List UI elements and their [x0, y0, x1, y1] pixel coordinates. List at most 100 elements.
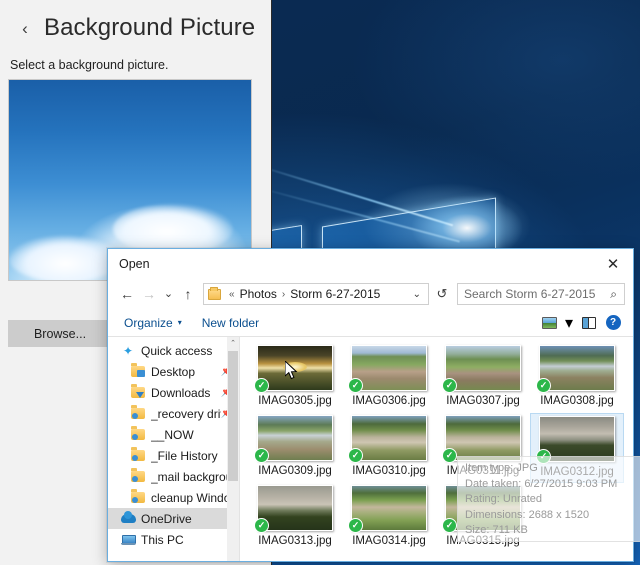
view-options-icon[interactable] — [537, 312, 561, 334]
sidebar-item-cleanup-window[interactable]: cleanup Window — [108, 487, 239, 508]
scrollbar-thumb[interactable] — [228, 351, 238, 481]
close-icon[interactable]: ✕ — [593, 249, 633, 279]
refresh-icon[interactable]: ↺ — [431, 283, 453, 305]
file-name-label: IMAG0308.jpg — [540, 395, 614, 407]
navigation-scrollbar[interactable]: ⌃ — [227, 337, 239, 561]
folder-icon — [131, 468, 145, 482]
file-item[interactable]: ✓ IMAG0314.jpg — [342, 483, 436, 553]
scroll-up-icon[interactable]: ⌃ — [227, 337, 239, 349]
file-list-content: ✓ IMAG0305.jpg ✓ IMAG0306.jpg ✓ IMAG0307.jpg ✓… — [240, 337, 633, 561]
checkbox-checked-icon[interactable]: ✓ — [254, 448, 269, 463]
breadcrumb-item-storm[interactable]: Storm 6-27-2015 — [288, 287, 382, 301]
sidebar-item-label: _recovery driv — [151, 406, 221, 421]
search-icon[interactable]: ⌕ — [610, 287, 624, 302]
new-folder-button[interactable]: New folder — [197, 314, 264, 332]
folder-desktop-icon — [130, 363, 146, 377]
sidebar-item-label: __NOW — [151, 427, 194, 442]
search-box[interactable]: ⌕ — [457, 283, 625, 305]
checkbox-checked-icon[interactable]: ✓ — [442, 448, 457, 463]
organize-label: Organize — [124, 315, 173, 330]
sidebar-item-desktop[interactable]: Desktop📌 — [108, 361, 239, 382]
sidebar-item-mail-backgroun[interactable]: _mail backgroun — [108, 466, 239, 487]
help-icon[interactable]: ? — [601, 312, 625, 334]
sidebar-item-label: Quick access — [141, 343, 213, 358]
sidebar-item-label: OneDrive — [141, 511, 192, 526]
file-item[interactable]: ✓ IMAG0311.jpg — [436, 413, 530, 483]
settings-subtitle: Select a background picture. — [10, 58, 169, 72]
thumbnail-wrapper: ✓ — [348, 485, 427, 533]
checkbox-checked-icon[interactable]: ✓ — [348, 378, 363, 393]
folder-icon — [131, 489, 145, 503]
file-name-label: IMAG0312.jpg — [540, 466, 614, 478]
folder-desktop-icon — [131, 363, 145, 377]
this-pc-icon — [120, 534, 136, 545]
file-name-label: IMAG0309.jpg — [258, 465, 332, 477]
thumbnail-wrapper: ✓ — [536, 345, 615, 393]
onedrive-icon — [120, 511, 136, 523]
navigation-list: ✦Quick accessDesktop📌Downloads📌_recovery… — [108, 337, 239, 550]
file-item[interactable]: ✓ IMAG0313.jpg — [248, 483, 342, 553]
back-button[interactable]: ← — [116, 283, 138, 305]
recent-locations-button[interactable]: ⌄ — [160, 283, 177, 305]
sidebar-item-file-history[interactable]: _File History — [108, 445, 239, 466]
folder-icon — [131, 447, 145, 461]
sidebar-item-this-pc[interactable]: This PC — [108, 529, 239, 550]
sidebar-item-downloads[interactable]: Downloads📌 — [108, 382, 239, 403]
file-item[interactable]: ✓ IMAG0308.jpg — [530, 343, 624, 413]
checkbox-checked-icon[interactable]: ✓ — [536, 449, 551, 464]
dialog-body: ✦Quick accessDesktop📌Downloads📌_recovery… — [108, 337, 633, 561]
thumbnail-wrapper: ✓ — [348, 345, 427, 393]
open-file-dialog: Open ✕ ← → ⌄ ↑ « Photos › Storm 6-27-201… — [107, 248, 634, 562]
checkbox-checked-icon[interactable]: ✓ — [348, 448, 363, 463]
chevron-down-icon: ▾ — [177, 318, 182, 327]
file-name-label: IMAG0307.jpg — [446, 395, 520, 407]
this-pc-icon — [120, 534, 136, 545]
browse-button[interactable]: Browse... — [8, 320, 112, 347]
checkbox-checked-icon[interactable]: ✓ — [442, 518, 457, 533]
up-button[interactable]: ↑ — [177, 283, 199, 305]
file-item[interactable]: ✓ IMAG0305.jpg — [248, 343, 342, 413]
file-item[interactable]: ✓ IMAG0307.jpg — [436, 343, 530, 413]
breadcrumb-overflow[interactable]: « — [226, 289, 238, 300]
folder-icon — [130, 426, 146, 440]
folder-icon — [130, 468, 146, 482]
sidebar-item-recovery-driv[interactable]: _recovery driv📌 — [108, 403, 239, 424]
chevron-down-icon[interactable]: ⌄ — [406, 289, 428, 300]
sidebar-item-label: This PC — [141, 532, 184, 547]
file-name-label: IMAG0315.jpg — [446, 535, 520, 547]
file-item[interactable]: ✓ IMAG0310.jpg — [342, 413, 436, 483]
breadcrumb-separator: › — [281, 288, 286, 300]
sidebar-item-quick-access[interactable]: ✦ Quick access — [108, 340, 239, 361]
help-glyph: ? — [605, 315, 621, 330]
checkbox-checked-icon[interactable]: ✓ — [536, 378, 551, 393]
preview-cloud-primary — [113, 204, 233, 254]
dialog-titlebar: Open ✕ — [108, 249, 633, 279]
sidebar-item-now[interactable]: __NOW — [108, 424, 239, 445]
thumbnail-wrapper: ✓ — [536, 416, 615, 464]
file-item[interactable]: ✓ IMAG0315.jpg — [436, 483, 530, 553]
sidebar-item-onedrive[interactable]: OneDrive — [108, 508, 239, 529]
search-input[interactable] — [458, 287, 611, 301]
sidebar-item-label: Desktop — [151, 364, 196, 379]
file-item[interactable]: ✓ IMAG0306.jpg — [342, 343, 436, 413]
checkbox-checked-icon[interactable]: ✓ — [254, 518, 269, 533]
checkbox-checked-icon[interactable]: ✓ — [254, 378, 269, 393]
preview-pane-icon[interactable] — [577, 312, 601, 334]
thumbnail-wrapper: ✓ — [442, 485, 521, 533]
sidebar-item-label: _File History — [151, 448, 218, 463]
file-item[interactable]: ✓ IMAG0309.jpg — [248, 413, 342, 483]
back-chevron-icon[interactable]: ‹ — [12, 15, 38, 41]
screen-root: ‹ Background Picture Select a background… — [0, 0, 640, 565]
file-name-label: IMAG0305.jpg — [258, 395, 332, 407]
checkbox-checked-icon[interactable]: ✓ — [348, 518, 363, 533]
file-name-label: IMAG0310.jpg — [352, 465, 426, 477]
dialog-navigation-row: ← → ⌄ ↑ « Photos › Storm 6-27-2015 ⌄ ↺ ⌕ — [108, 279, 633, 309]
address-bar[interactable]: « Photos › Storm 6-27-2015 ⌄ — [203, 283, 429, 305]
checkbox-checked-icon[interactable]: ✓ — [442, 378, 457, 393]
view-options-chevron-down-icon[interactable]: ▾ — [561, 312, 577, 334]
thumbnail-wrapper: ✓ — [442, 415, 521, 463]
organize-button[interactable]: Organize ▾ — [119, 314, 187, 332]
file-grid: ✓ IMAG0305.jpg ✓ IMAG0306.jpg ✓ IMAG0307.jpg ✓… — [240, 337, 633, 553]
breadcrumb-item-photos[interactable]: Photos — [238, 287, 279, 301]
file-item[interactable]: ✓ IMAG0312.jpg — [530, 413, 624, 483]
